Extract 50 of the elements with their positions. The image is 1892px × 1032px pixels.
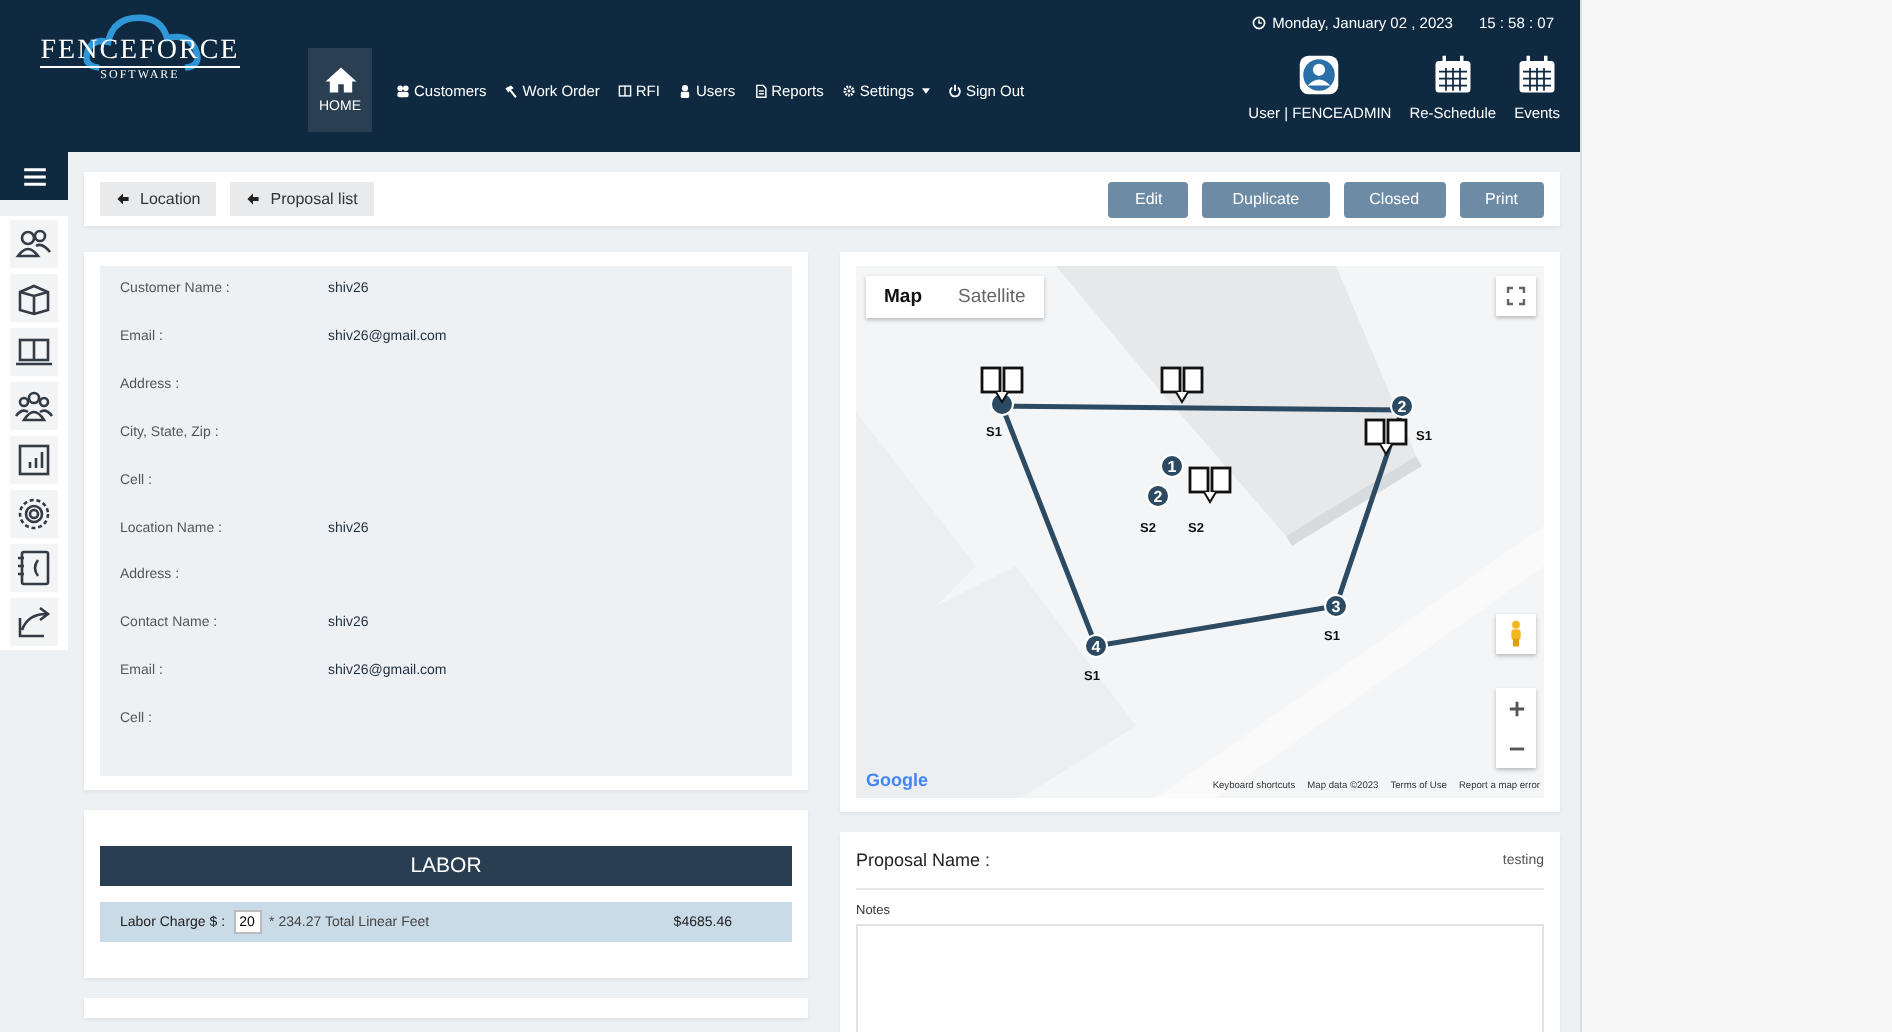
action-button[interactable]: Edit (1108, 181, 1189, 217)
action-button[interactable]: Closed (1343, 181, 1446, 217)
person-icon (1508, 620, 1524, 648)
sidebar-item[interactable] (10, 544, 58, 592)
clock-icon (1252, 16, 1267, 30)
menu-icon (23, 167, 45, 185)
user-icon (677, 83, 692, 97)
chart-icon (14, 440, 54, 480)
proposal-label: Proposal Name : (856, 850, 991, 870)
sidebar-item[interactable] (10, 274, 58, 322)
fullscreen-button[interactable] (1496, 276, 1536, 316)
sidebar-item[interactable] (10, 490, 58, 538)
action-button[interactable]: Print (1459, 181, 1544, 217)
back-button[interactable]: Location (100, 182, 217, 216)
hammer-icon (504, 83, 519, 97)
sidebar-item[interactable] (10, 436, 58, 484)
document-icon (753, 83, 768, 97)
gate-icon (1188, 466, 1232, 506)
map-type-tab[interactable]: Map (866, 276, 940, 318)
group-icon (14, 386, 54, 426)
settings-icon (841, 83, 856, 97)
gate-icon (980, 366, 1024, 406)
gate-icon (1160, 366, 1204, 406)
power-icon (947, 83, 962, 97)
notes-field[interactable] (856, 924, 1544, 1032)
back-button[interactable]: Proposal list (230, 182, 374, 216)
plus-icon (1507, 699, 1525, 717)
calendar-icon (1516, 54, 1559, 96)
sidebar-item[interactable] (10, 382, 58, 430)
sidebar-item[interactable] (10, 598, 58, 646)
arrow-left-icon (116, 192, 130, 206)
sidebar-item[interactable] (10, 328, 58, 376)
fullscreen-icon (1506, 286, 1526, 306)
phone-book-icon (14, 548, 54, 588)
menu-button[interactable] (0, 152, 68, 200)
section-header: LABOR (100, 846, 792, 886)
gate-icon (1364, 418, 1408, 458)
avatar-icon (1298, 54, 1341, 96)
columns-icon (617, 83, 632, 97)
arrow-left-icon (246, 192, 261, 206)
zoom-in-button[interactable] (1496, 688, 1536, 728)
map-type-tab[interactable]: Satellite (940, 276, 1044, 318)
gear-icon (14, 494, 54, 534)
calendar-icon (1431, 54, 1474, 96)
sidebar-item[interactable] (10, 220, 58, 268)
action-button[interactable]: Duplicate (1202, 181, 1330, 217)
share-icon (14, 602, 54, 642)
map-logo: Google (866, 770, 928, 790)
group-icon (396, 83, 410, 97)
home-icon (323, 66, 357, 94)
